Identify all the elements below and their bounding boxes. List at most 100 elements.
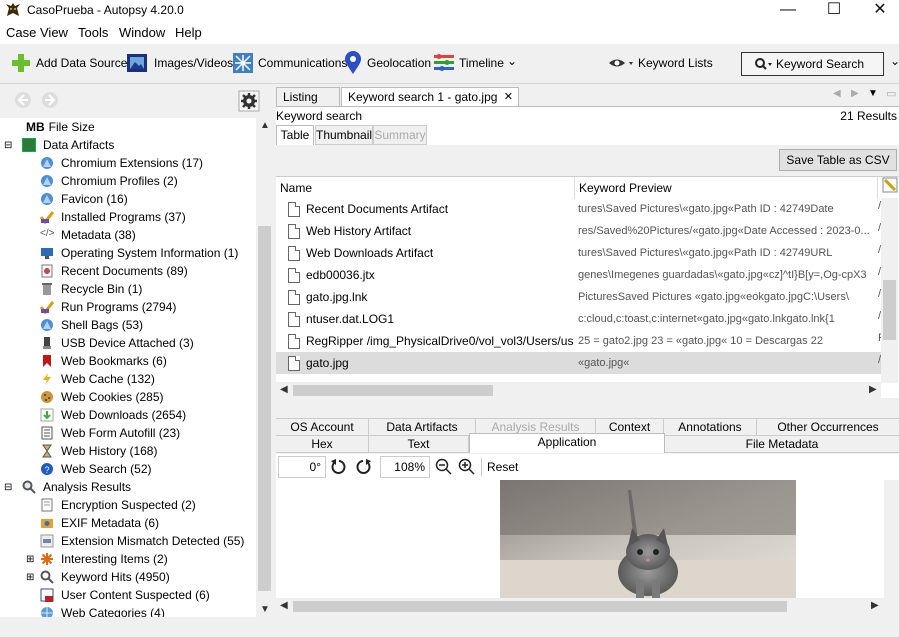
images-videos-button[interactable]: Images/Videos bbox=[126, 50, 233, 76]
tree-item[interactable]: EXIF Metadata (6) bbox=[40, 514, 159, 532]
tree-item[interactable]: USB Device Attached (3) bbox=[40, 334, 194, 352]
tree-item[interactable]: Chromium Profiles (2) bbox=[40, 172, 178, 190]
scroll-right-icon[interactable]: ▶ bbox=[869, 384, 877, 395]
tree-item[interactable]: ⊞ Keyword Hits (4950) bbox=[26, 568, 170, 586]
table-vscroll-thumb[interactable] bbox=[883, 280, 896, 340]
table-row[interactable]: Web Downloads Artifact tures\Saved Pictur… bbox=[276, 242, 881, 264]
toolbar-overflow-right-icon[interactable]: ⌄ bbox=[890, 54, 899, 68]
tree-item[interactable]: Encryption Suspected (2) bbox=[40, 496, 196, 514]
tree-item[interactable]: Recent Documents (89) bbox=[40, 262, 188, 280]
rotate-right-icon[interactable] bbox=[354, 458, 372, 476]
tree-item[interactable]: Favicon (16) bbox=[40, 190, 128, 208]
tab-next-icon[interactable]: ▶ bbox=[851, 88, 859, 99]
table-vscroll[interactable] bbox=[881, 198, 898, 383]
close-tab-icon[interactable]: ✕ bbox=[504, 88, 513, 107]
tab-prev-icon[interactable]: ◀ bbox=[833, 88, 841, 99]
tree-item[interactable]: Run Programs (2794) bbox=[40, 298, 176, 316]
tree-item[interactable]: Extension Mismatch Detected (55) bbox=[40, 532, 244, 550]
add-data-source-button[interactable]: Add Data Source bbox=[10, 50, 127, 76]
tree-file-size[interactable]: MB File Size bbox=[26, 118, 95, 136]
tab-application[interactable]: Application bbox=[469, 433, 665, 453]
tab-annotations[interactable]: Annotations bbox=[664, 419, 757, 436]
communications-button[interactable]: Communications bbox=[232, 50, 347, 76]
tree-item[interactable]: User Content Suspected (6) bbox=[40, 586, 210, 604]
scroll-right-icon[interactable]: ▶ bbox=[871, 600, 879, 611]
tab-file-metadata[interactable]: File Metadata bbox=[665, 436, 899, 453]
col-name[interactable]: Name bbox=[276, 177, 575, 199]
forward-icon[interactable] bbox=[40, 91, 60, 109]
zoom-in-icon[interactable] bbox=[458, 458, 476, 476]
tree-item[interactable]: Web Cache (132) bbox=[40, 370, 155, 388]
tab-thumbnail[interactable]: Thumbnail bbox=[315, 125, 373, 145]
minimize-button[interactable]: — bbox=[765, 0, 811, 22]
viewer-vscroll[interactable] bbox=[884, 480, 899, 615]
scroll-left-icon[interactable]: ◀ bbox=[280, 600, 288, 611]
column-chooser-icon[interactable] bbox=[882, 177, 898, 193]
maximize-button[interactable]: ☐ bbox=[811, 0, 857, 22]
scroll-up-icon[interactable]: ▲ bbox=[260, 120, 270, 131]
table-row[interactable]: edb00036.jtx genes\Imegenes guardadas\«ga… bbox=[276, 264, 881, 286]
collapse-icon[interactable]: ⊟ bbox=[4, 140, 14, 151]
tree-analysis-results[interactable]: ⊟ Analysis Results bbox=[4, 478, 131, 496]
table-row[interactable]: Recent Documents Artifact tures\Saved Pic… bbox=[276, 198, 881, 220]
viewer-hscroll-thumb[interactable] bbox=[293, 601, 787, 612]
table-hscroll[interactable]: ◀ ▶ bbox=[276, 382, 881, 399]
menu-view[interactable]: View bbox=[40, 25, 68, 40]
tree-data-artifacts[interactable]: ⊟ Data Artifacts bbox=[4, 136, 114, 154]
reset-button[interactable]: Reset bbox=[487, 460, 518, 474]
tab-dropdown-icon[interactable]: ▼ bbox=[868, 88, 878, 99]
zoom-out-icon[interactable] bbox=[435, 458, 453, 476]
tab-hex[interactable]: Hex bbox=[276, 436, 369, 453]
scroll-left-icon[interactable]: ◀ bbox=[280, 384, 288, 395]
tab-text[interactable]: Text bbox=[369, 436, 469, 453]
tree-item[interactable]: Web Downloads (2654) bbox=[40, 406, 186, 424]
tree-item[interactable]: Shell Bags (53) bbox=[40, 316, 143, 334]
zoom-field[interactable]: 108% bbox=[380, 456, 430, 478]
tab-other-occurrences[interactable]: Other Occurrences bbox=[757, 419, 899, 436]
menu-window[interactable]: Window bbox=[119, 25, 165, 40]
menu-case[interactable]: Case bbox=[6, 25, 36, 40]
table-hscroll-thumb[interactable] bbox=[293, 385, 493, 396]
tab-table[interactable]: Table bbox=[276, 125, 314, 145]
tree-scrollbar[interactable]: ▲ ▼ bbox=[256, 118, 273, 617]
table-row[interactable]: gato.jpg.lnk PicturesSaved Pictures «gato… bbox=[276, 286, 881, 308]
toolbar-overflow-icon[interactable]: ⌄ bbox=[507, 54, 517, 68]
table-row-selected[interactable]: gato.jpg «gato.jpg« / bbox=[276, 352, 881, 374]
tree-item[interactable]: Web History (168) bbox=[40, 442, 157, 460]
tree-item[interactable]: Web Bookmarks (6) bbox=[40, 352, 167, 370]
save-csv-button[interactable]: Save Table as CSV bbox=[779, 149, 897, 171]
keyword-search-button[interactable]: Keyword Search bbox=[741, 52, 884, 76]
tab-summary[interactable]: Summary bbox=[373, 125, 427, 145]
expand-icon[interactable]: ⊞ bbox=[26, 554, 36, 565]
collapse-icon[interactable]: ⊟ bbox=[4, 482, 14, 493]
tree-item[interactable]: ⊞ Interesting Items (2) bbox=[26, 550, 168, 568]
menu-tools[interactable]: Tools bbox=[78, 25, 108, 40]
expand-icon[interactable]: ⊞ bbox=[26, 572, 36, 583]
tree-item[interactable]: ? Web Search (52) bbox=[40, 460, 152, 478]
table-row[interactable]: RegRipper /img_PhysicalDrive0/vol_vol3/U… bbox=[276, 330, 885, 352]
tree-item[interactable]: Web Cookies (285) bbox=[40, 388, 164, 406]
table-row[interactable]: ntuser.dat.LOG1 c:cloud,c:toast,c:interne… bbox=[276, 308, 881, 330]
tree-item[interactable]: Web Form Autofill (23) bbox=[40, 424, 180, 442]
table-row[interactable]: Web History Artifact res/Saved%20Pictures… bbox=[276, 220, 881, 242]
menu-help[interactable]: Help bbox=[175, 25, 202, 40]
close-button[interactable]: ✕ bbox=[857, 0, 899, 22]
timeline-button[interactable]: Timeline bbox=[433, 50, 504, 76]
back-icon[interactable] bbox=[13, 91, 33, 109]
tab-os-account[interactable]: OS Account bbox=[276, 419, 369, 436]
tree-item[interactable]: Chromium Extensions (17) bbox=[40, 154, 203, 172]
tab-listing[interactable]: Listing bbox=[276, 87, 340, 107]
geolocation-button[interactable]: Geolocation bbox=[343, 50, 431, 76]
tree-item[interactable]: Recycle Bin (1) bbox=[40, 280, 142, 298]
rotate-left-icon[interactable] bbox=[330, 458, 348, 476]
tab-keyword-search[interactable]: Keyword search 1 - gato.jpg ✕ bbox=[341, 87, 519, 107]
gear-icon[interactable] bbox=[238, 90, 260, 112]
tree-item[interactable]: Installed Programs (37) bbox=[40, 208, 186, 226]
viewer-hscroll[interactable]: ◀ ▶ bbox=[276, 598, 884, 615]
col-keyword-preview[interactable]: Keyword Preview bbox=[575, 177, 878, 199]
keyword-lists-button[interactable]: Keyword Lists bbox=[608, 50, 713, 76]
tree-item[interactable]: Operating System Information (1) bbox=[40, 244, 238, 262]
scroll-thumb[interactable] bbox=[258, 226, 271, 591]
rotation-field[interactable]: 0° bbox=[278, 456, 326, 478]
restore-window-icon[interactable]: ▭ bbox=[886, 87, 896, 100]
